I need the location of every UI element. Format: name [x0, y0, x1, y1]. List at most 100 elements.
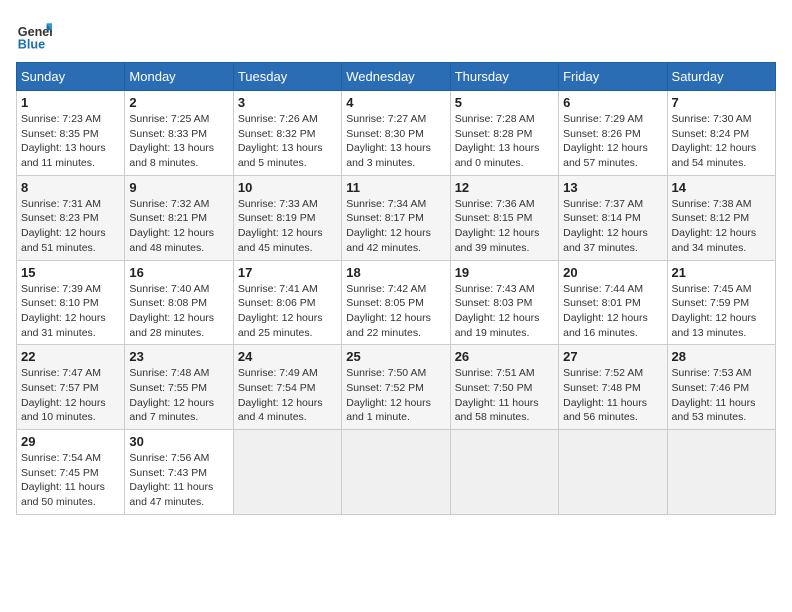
header-friday: Friday — [559, 63, 667, 91]
day-number: 2 — [129, 95, 228, 110]
empty-cell — [450, 430, 558, 515]
empty-cell — [342, 430, 450, 515]
day-info: Sunrise: 7:36 AM Sunset: 8:15 PM Dayligh… — [455, 197, 554, 256]
day-number: 7 — [672, 95, 771, 110]
calendar-day-cell: 22 Sunrise: 7:47 AM Sunset: 7:57 PM Dayl… — [17, 345, 125, 430]
day-info: Sunrise: 7:40 AM Sunset: 8:08 PM Dayligh… — [129, 282, 228, 341]
day-info: Sunrise: 7:33 AM Sunset: 8:19 PM Dayligh… — [238, 197, 337, 256]
header-wednesday: Wednesday — [342, 63, 450, 91]
day-number: 14 — [672, 180, 771, 195]
day-info: Sunrise: 7:52 AM Sunset: 7:48 PM Dayligh… — [563, 366, 662, 425]
day-info: Sunrise: 7:26 AM Sunset: 8:32 PM Dayligh… — [238, 112, 337, 171]
day-info: Sunrise: 7:39 AM Sunset: 8:10 PM Dayligh… — [21, 282, 120, 341]
calendar-day-cell: 16 Sunrise: 7:40 AM Sunset: 8:08 PM Dayl… — [125, 260, 233, 345]
day-info: Sunrise: 7:48 AM Sunset: 7:55 PM Dayligh… — [129, 366, 228, 425]
calendar-day-cell: 19 Sunrise: 7:43 AM Sunset: 8:03 PM Dayl… — [450, 260, 558, 345]
day-info: Sunrise: 7:25 AM Sunset: 8:33 PM Dayligh… — [129, 112, 228, 171]
day-number: 24 — [238, 349, 337, 364]
calendar-day-cell: 8 Sunrise: 7:31 AM Sunset: 8:23 PM Dayli… — [17, 175, 125, 260]
header-sunday: Sunday — [17, 63, 125, 91]
calendar-day-cell: 12 Sunrise: 7:36 AM Sunset: 8:15 PM Dayl… — [450, 175, 558, 260]
weekday-header-row: Sunday Monday Tuesday Wednesday Thursday… — [17, 63, 776, 91]
calendar-week-row: 8 Sunrise: 7:31 AM Sunset: 8:23 PM Dayli… — [17, 175, 776, 260]
calendar-day-cell: 15 Sunrise: 7:39 AM Sunset: 8:10 PM Dayl… — [17, 260, 125, 345]
day-info: Sunrise: 7:53 AM Sunset: 7:46 PM Dayligh… — [672, 366, 771, 425]
logo: General Blue — [16, 16, 52, 52]
day-info: Sunrise: 7:56 AM Sunset: 7:43 PM Dayligh… — [129, 451, 228, 510]
day-info: Sunrise: 7:50 AM Sunset: 7:52 PM Dayligh… — [346, 366, 445, 425]
day-number: 9 — [129, 180, 228, 195]
day-number: 29 — [21, 434, 120, 449]
calendar-day-cell: 13 Sunrise: 7:37 AM Sunset: 8:14 PM Dayl… — [559, 175, 667, 260]
calendar-day-cell: 29 Sunrise: 7:54 AM Sunset: 7:45 PM Dayl… — [17, 430, 125, 515]
calendar-day-cell: 20 Sunrise: 7:44 AM Sunset: 8:01 PM Dayl… — [559, 260, 667, 345]
empty-cell — [233, 430, 341, 515]
logo-icon: General Blue — [16, 16, 52, 52]
day-info: Sunrise: 7:44 AM Sunset: 8:01 PM Dayligh… — [563, 282, 662, 341]
day-number: 16 — [129, 265, 228, 280]
day-number: 21 — [672, 265, 771, 280]
day-number: 12 — [455, 180, 554, 195]
day-info: Sunrise: 7:37 AM Sunset: 8:14 PM Dayligh… — [563, 197, 662, 256]
day-number: 11 — [346, 180, 445, 195]
day-number: 5 — [455, 95, 554, 110]
calendar-day-cell: 28 Sunrise: 7:53 AM Sunset: 7:46 PM Dayl… — [667, 345, 775, 430]
day-number: 22 — [21, 349, 120, 364]
header-saturday: Saturday — [667, 63, 775, 91]
day-info: Sunrise: 7:34 AM Sunset: 8:17 PM Dayligh… — [346, 197, 445, 256]
calendar-day-cell: 24 Sunrise: 7:49 AM Sunset: 7:54 PM Dayl… — [233, 345, 341, 430]
day-info: Sunrise: 7:27 AM Sunset: 8:30 PM Dayligh… — [346, 112, 445, 171]
day-number: 13 — [563, 180, 662, 195]
calendar-day-cell: 17 Sunrise: 7:41 AM Sunset: 8:06 PM Dayl… — [233, 260, 341, 345]
day-info: Sunrise: 7:42 AM Sunset: 8:05 PM Dayligh… — [346, 282, 445, 341]
calendar-day-cell: 9 Sunrise: 7:32 AM Sunset: 8:21 PM Dayli… — [125, 175, 233, 260]
calendar-day-cell: 18 Sunrise: 7:42 AM Sunset: 8:05 PM Dayl… — [342, 260, 450, 345]
day-number: 1 — [21, 95, 120, 110]
calendar-table: Sunday Monday Tuesday Wednesday Thursday… — [16, 62, 776, 515]
day-info: Sunrise: 7:41 AM Sunset: 8:06 PM Dayligh… — [238, 282, 337, 341]
day-info: Sunrise: 7:49 AM Sunset: 7:54 PM Dayligh… — [238, 366, 337, 425]
day-number: 20 — [563, 265, 662, 280]
day-info: Sunrise: 7:45 AM Sunset: 7:59 PM Dayligh… — [672, 282, 771, 341]
header-thursday: Thursday — [450, 63, 558, 91]
calendar-week-row: 22 Sunrise: 7:47 AM Sunset: 7:57 PM Dayl… — [17, 345, 776, 430]
day-number: 17 — [238, 265, 337, 280]
svg-text:Blue: Blue — [18, 37, 45, 51]
day-number: 25 — [346, 349, 445, 364]
header-tuesday: Tuesday — [233, 63, 341, 91]
calendar-day-cell: 14 Sunrise: 7:38 AM Sunset: 8:12 PM Dayl… — [667, 175, 775, 260]
calendar-day-cell: 4 Sunrise: 7:27 AM Sunset: 8:30 PM Dayli… — [342, 91, 450, 176]
calendar-day-cell: 30 Sunrise: 7:56 AM Sunset: 7:43 PM Dayl… — [125, 430, 233, 515]
calendar-day-cell: 26 Sunrise: 7:51 AM Sunset: 7:50 PM Dayl… — [450, 345, 558, 430]
day-info: Sunrise: 7:38 AM Sunset: 8:12 PM Dayligh… — [672, 197, 771, 256]
day-number: 15 — [21, 265, 120, 280]
calendar-day-cell: 27 Sunrise: 7:52 AM Sunset: 7:48 PM Dayl… — [559, 345, 667, 430]
day-info: Sunrise: 7:51 AM Sunset: 7:50 PM Dayligh… — [455, 366, 554, 425]
day-number: 30 — [129, 434, 228, 449]
day-number: 3 — [238, 95, 337, 110]
calendar-day-cell: 10 Sunrise: 7:33 AM Sunset: 8:19 PM Dayl… — [233, 175, 341, 260]
day-number: 8 — [21, 180, 120, 195]
calendar-day-cell: 5 Sunrise: 7:28 AM Sunset: 8:28 PM Dayli… — [450, 91, 558, 176]
day-info: Sunrise: 7:23 AM Sunset: 8:35 PM Dayligh… — [21, 112, 120, 171]
day-info: Sunrise: 7:28 AM Sunset: 8:28 PM Dayligh… — [455, 112, 554, 171]
header-monday: Monday — [125, 63, 233, 91]
day-number: 6 — [563, 95, 662, 110]
day-number: 4 — [346, 95, 445, 110]
day-info: Sunrise: 7:31 AM Sunset: 8:23 PM Dayligh… — [21, 197, 120, 256]
day-number: 10 — [238, 180, 337, 195]
calendar-day-cell: 2 Sunrise: 7:25 AM Sunset: 8:33 PM Dayli… — [125, 91, 233, 176]
calendar-week-row: 29 Sunrise: 7:54 AM Sunset: 7:45 PM Dayl… — [17, 430, 776, 515]
calendar-week-row: 15 Sunrise: 7:39 AM Sunset: 8:10 PM Dayl… — [17, 260, 776, 345]
day-info: Sunrise: 7:54 AM Sunset: 7:45 PM Dayligh… — [21, 451, 120, 510]
calendar-day-cell: 21 Sunrise: 7:45 AM Sunset: 7:59 PM Dayl… — [667, 260, 775, 345]
day-number: 26 — [455, 349, 554, 364]
day-number: 19 — [455, 265, 554, 280]
calendar-day-cell: 1 Sunrise: 7:23 AM Sunset: 8:35 PM Dayli… — [17, 91, 125, 176]
page-header: General Blue — [16, 16, 776, 52]
empty-cell — [559, 430, 667, 515]
calendar-day-cell: 25 Sunrise: 7:50 AM Sunset: 7:52 PM Dayl… — [342, 345, 450, 430]
calendar-week-row: 1 Sunrise: 7:23 AM Sunset: 8:35 PM Dayli… — [17, 91, 776, 176]
day-number: 23 — [129, 349, 228, 364]
day-number: 18 — [346, 265, 445, 280]
